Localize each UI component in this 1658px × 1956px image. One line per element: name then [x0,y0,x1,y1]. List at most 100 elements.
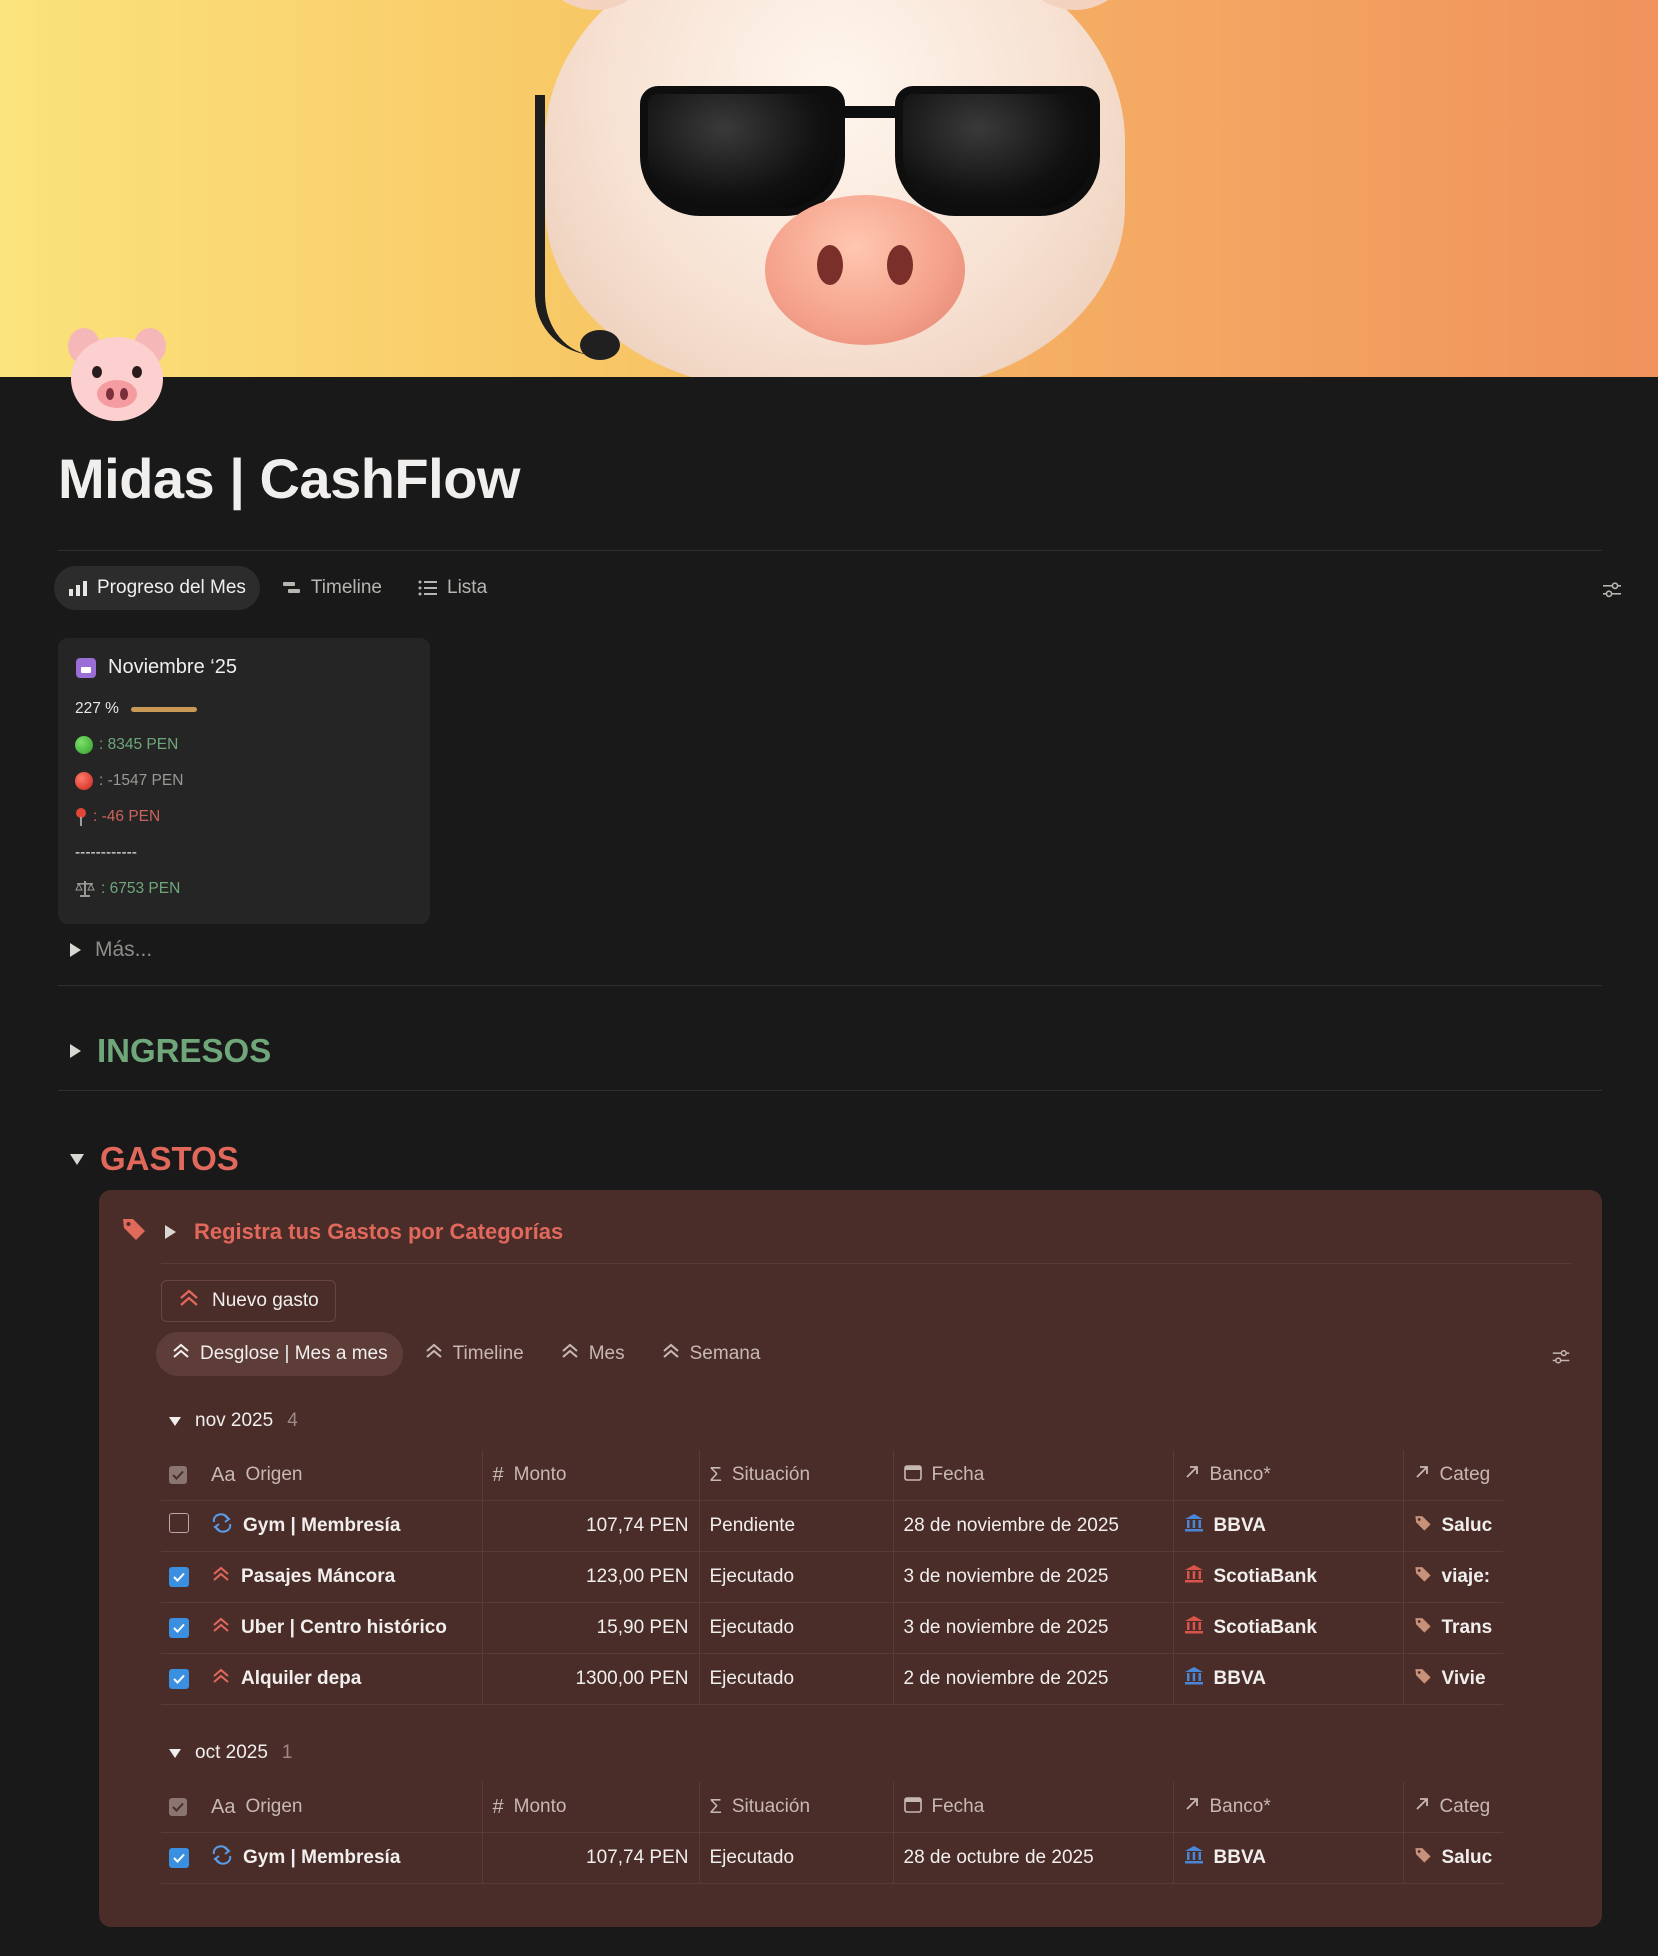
col-categoria[interactable]: Categ [1403,1782,1503,1833]
ingresos-heading: INGRESOS [97,1032,272,1069]
col-situacion[interactable]: Σ Situación [699,1450,894,1501]
categoria-cell[interactable]: Trans [1442,1617,1493,1639]
double-chevron-up-icon [661,1342,681,1366]
tab-label: Desglose | Mes a mes [200,1343,388,1364]
triangle-right-icon [165,1225,176,1239]
double-chevron-up-icon [211,1667,231,1691]
col-banco[interactable]: Banco* [1173,1782,1404,1833]
callout-text: Registra tus Gastos por Categorías [194,1219,564,1244]
pig-snout [765,195,965,345]
categoria-cell[interactable]: viaje: [1442,1566,1491,1588]
sigma-icon: Σ [709,1463,722,1486]
tab-timeline[interactable]: Timeline [409,1332,539,1376]
view-settings-icon[interactable] [1600,578,1624,602]
col-monto[interactable]: # Monto [482,1450,700,1501]
banco-cell[interactable]: BBVA [1214,1847,1266,1869]
income-value: : 8345 PEN [99,736,179,753]
row-checkbox[interactable] [161,1602,201,1654]
col-origen[interactable]: Aa Origen [201,1450,483,1501]
table-header: Aa Origen # Monto Σ Situación Fecha Banco* … [161,1450,1503,1501]
origen-cell: Alquiler depa [241,1668,362,1689]
categoria-cell[interactable]: Saluc [1442,1847,1493,1869]
monto-cell: 123,00 PEN [482,1551,700,1603]
gastos-callout[interactable]: Registra tus Gastos por Categorías [121,1216,563,1248]
card-divider: ------------ [75,844,137,861]
col-origen[interactable]: Aa Origen [201,1782,483,1833]
row-checkbox[interactable] [161,1653,201,1705]
col-situacion[interactable]: Σ Situación [699,1782,894,1833]
group-label: oct 2025 [195,1742,268,1763]
monto-cell: 107,74 PEN [482,1500,700,1552]
scale-icon [75,880,95,898]
col-banco[interactable]: Banco* [1173,1450,1404,1501]
tab-desglose[interactable]: Desglose | Mes a mes [156,1332,403,1376]
triangle-down-icon [169,1416,181,1426]
tag-icon [1414,1846,1432,1870]
row-checkbox[interactable] [161,1832,201,1884]
col-monto[interactable]: # Monto [482,1782,700,1833]
triangle-right-icon [70,943,81,957]
row-checkbox[interactable] [161,1500,201,1552]
origen-cell: Uber | Centro histórico [241,1617,447,1638]
select-all-checkbox[interactable] [161,1450,201,1501]
banco-cell[interactable]: ScotiaBank [1214,1566,1317,1588]
triangle-down-icon [169,1748,181,1758]
origen-cell: Gym | Membresía [243,1515,401,1536]
nuevo-gasto-button[interactable]: Nuevo gasto [161,1280,336,1322]
double-chevron-up-icon [560,1342,580,1366]
table-row[interactable]: Uber | Centro histórico 15,90 PEN Ejecut… [161,1602,1503,1654]
col-fecha[interactable]: Fecha [893,1450,1174,1501]
bank-icon [1184,1666,1204,1692]
categoria-cell[interactable]: Vivie [1442,1668,1486,1690]
relation-arrow-icon [1414,1464,1430,1486]
select-all-checkbox[interactable] [161,1782,201,1833]
origen-cell: Pasajes Máncora [241,1566,396,1587]
divider [161,1263,1571,1264]
table-row[interactable]: Gym | Membresía 107,74 PEN Ejecutado 28 … [161,1832,1503,1884]
banco-cell[interactable]: BBVA [1214,1668,1266,1690]
group-toggle-oct-2025[interactable]: oct 2025 1 [169,1742,292,1764]
double-chevron-up-icon [211,1565,231,1589]
tab-timeline[interactable]: Timeline [268,566,396,610]
bank-icon [1184,1615,1204,1641]
tab-lista[interactable]: Lista [404,566,501,610]
headset-icon [535,95,615,355]
month-progress-card[interactable]: Noviembre ‘25 227 % : 8345 PEN : -1547 P… [58,638,430,924]
table-header: Aa Origen # Monto Σ Situación Fecha Banco* … [161,1782,1503,1833]
gastos-panel: Registra tus Gastos por Categorías Nuevo… [99,1190,1602,1927]
divider [58,1090,1602,1091]
gastos-toggle[interactable]: GASTOS [70,1140,239,1178]
situacion-cell: Ejecutado [699,1653,894,1705]
repeat-icon [211,1845,233,1871]
more-label: Más... [95,938,153,961]
gastos-table-nov: Aa Origen # Monto Σ Situación Fecha Banco* … [161,1450,1503,1705]
text-type-icon: Aa [211,1795,236,1818]
hash-icon: # [492,1795,504,1818]
group-label: nov 2025 [195,1410,274,1431]
banco-cell[interactable]: ScotiaBank [1214,1617,1317,1639]
table-row[interactable]: Pasajes Máncora 123,00 PEN Ejecutado 3 d… [161,1551,1503,1603]
table-row[interactable]: Alquiler depa 1300,00 PEN Ejecutado 2 de… [161,1653,1503,1705]
tab-label: Mes [588,1343,625,1364]
tab-mes[interactable]: Mes [545,1332,640,1376]
double-chevron-up-icon [171,1342,191,1366]
row-checkbox[interactable] [161,1551,201,1603]
more-toggle[interactable]: Más... [70,938,152,962]
categoria-cell[interactable]: Saluc [1442,1515,1493,1537]
tag-icon [1414,1514,1432,1538]
tab-label: Timeline [452,1343,524,1364]
pig-face-icon[interactable] [62,324,172,424]
calendar-icon [903,1795,922,1819]
tab-progreso-del-mes[interactable]: Progreso del Mes [54,566,260,610]
col-categoria[interactable]: Categ [1403,1450,1503,1501]
page-title: Midas | CashFlow [58,447,520,510]
repeat-icon [211,1513,233,1539]
banco-cell[interactable]: BBVA [1214,1515,1266,1537]
ingresos-toggle[interactable]: INGRESOS [70,1032,271,1070]
col-fecha[interactable]: Fecha [893,1782,1174,1833]
table-row[interactable]: Gym | Membresía 107,74 PEN Pendiente 28 … [161,1500,1503,1552]
tab-semana[interactable]: Semana [646,1332,776,1376]
group-toggle-nov-2025[interactable]: nov 2025 4 [169,1410,298,1432]
hash-icon: # [492,1463,504,1486]
gastos-settings-icon[interactable] [1550,1346,1572,1373]
